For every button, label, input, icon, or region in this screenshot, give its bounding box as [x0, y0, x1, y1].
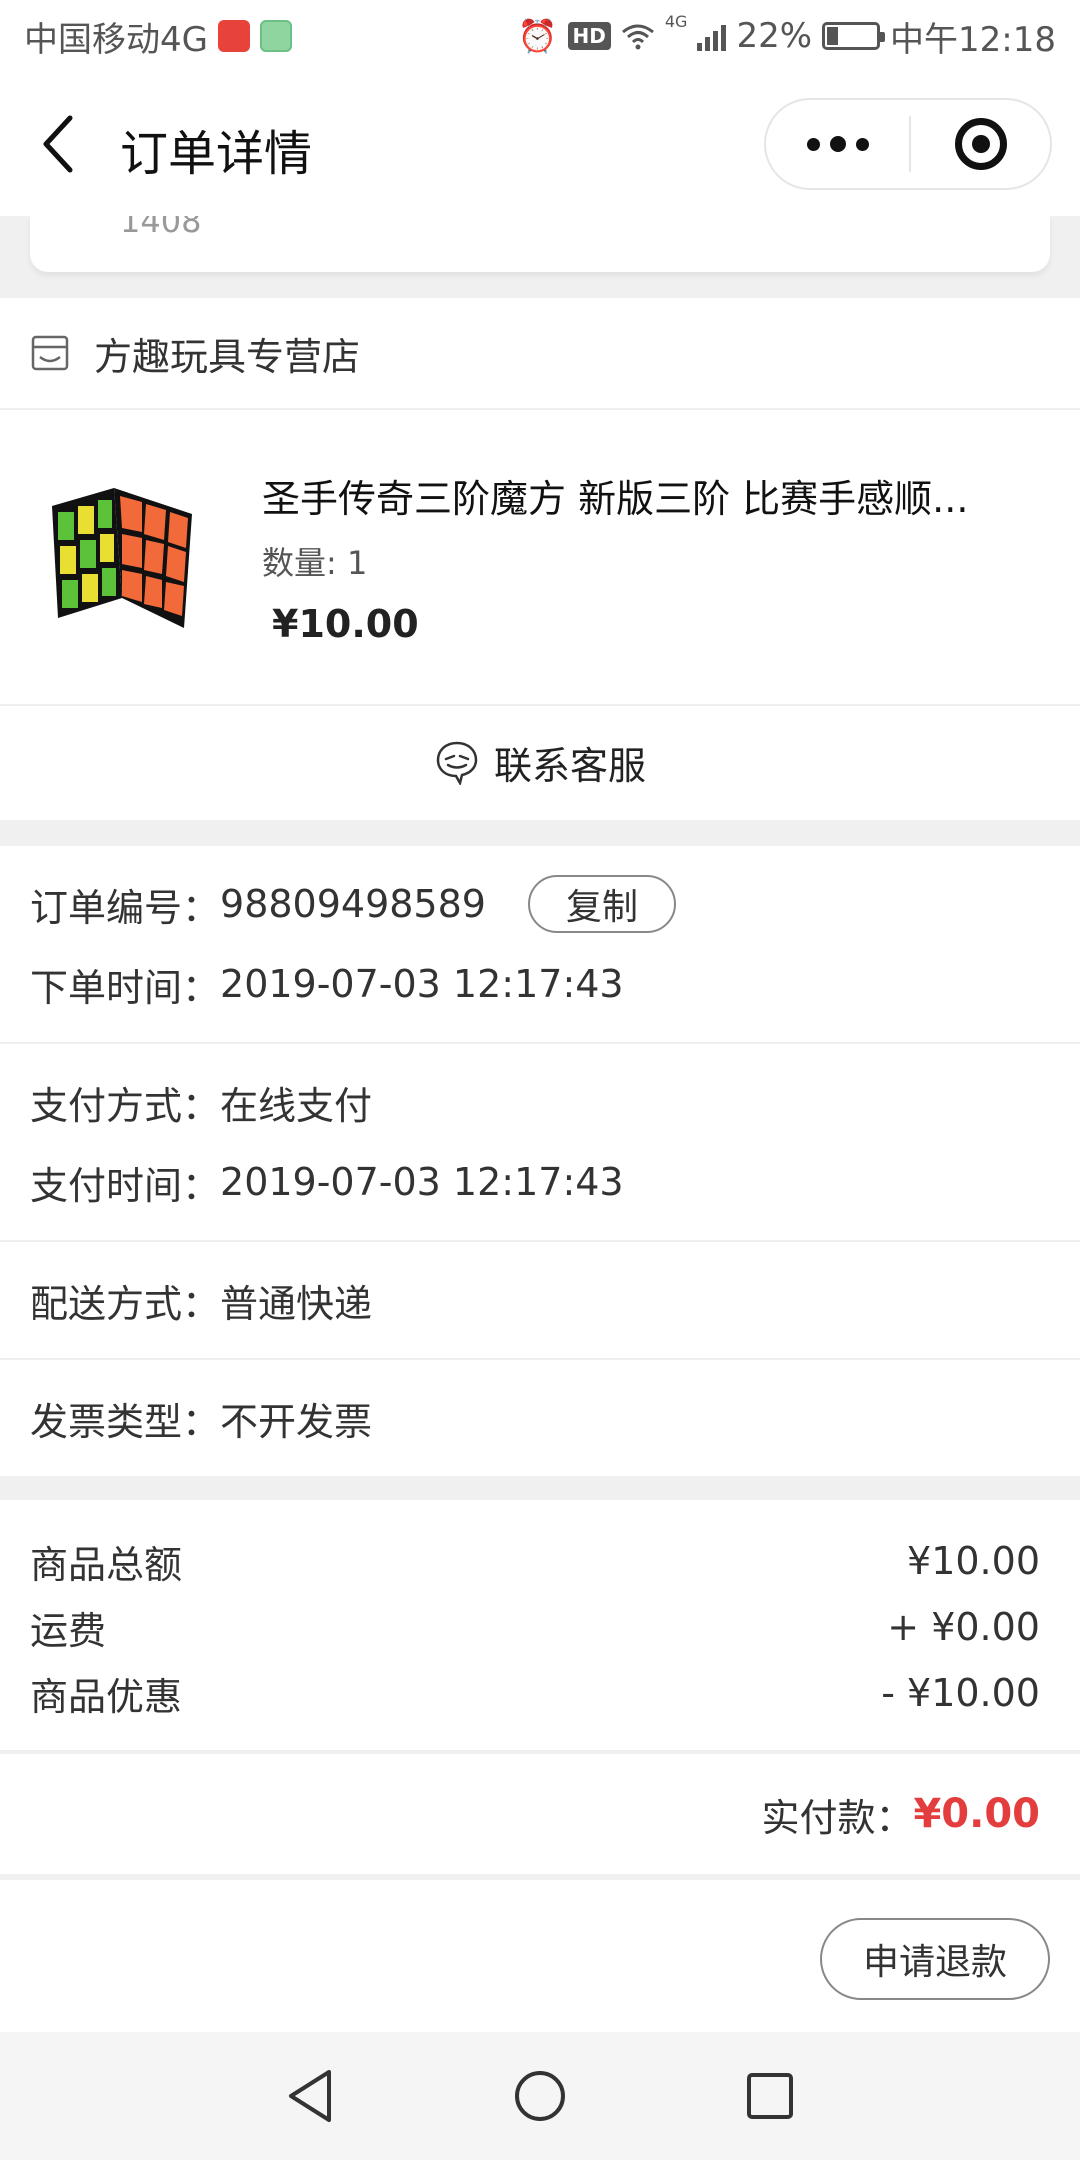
order-number-row: 订单编号： 98809498589 复制 — [30, 864, 1050, 944]
order-time-row: 下单时间： 2019-07-03 12:17:43 — [30, 944, 1050, 1024]
goods-total-row: 商品总额 ¥10.00 — [0, 1528, 1080, 1594]
discount-row: 商品优惠 - ¥10.00 — [0, 1660, 1080, 1726]
system-nav-bar — [0, 2032, 1080, 2160]
store-icon — [31, 335, 69, 371]
contact-service-label: 联系客服 — [493, 743, 646, 788]
discount-label: 商品优惠 — [30, 1674, 183, 1719]
payment-method-label: 支付方式： — [30, 1083, 221, 1128]
status-bar: 中国移动4G ⏰ HD 4G 22% 中午12:18 — [0, 0, 1080, 72]
apply-refund-button[interactable]: 申请退款 — [820, 1918, 1050, 2000]
delivery-method-value: 普通快递 — [220, 1281, 373, 1326]
address-partial-text: 1408 — [120, 216, 202, 240]
paid-label: 实付款： — [761, 1795, 914, 1840]
action-bar: 申请退款 — [0, 1880, 1080, 2032]
target-icon — [954, 118, 1007, 170]
invoice-type-label: 发票类型： — [30, 1399, 221, 1444]
order-info-section: 订单编号： 98809498589 复制 下单时间： 2019-07-03 12… — [0, 846, 1080, 1476]
system-back-button[interactable] — [280, 2066, 340, 2126]
product-quantity: 数量: 1 — [262, 544, 368, 582]
goods-total-label: 商品总额 — [30, 1542, 183, 1587]
nav-bar: 订单详情 — [0, 72, 1080, 216]
back-arrow-icon[interactable] — [38, 112, 82, 176]
invoice-group: 发票类型： 不开发票 — [0, 1360, 1080, 1476]
delivery-method-row: 配送方式： 普通快递 — [30, 1260, 1050, 1340]
goods-total-value: ¥10.00 — [907, 1539, 1040, 1583]
copy-order-number-button[interactable]: 复制 — [527, 875, 676, 933]
circle-home-icon — [515, 2071, 565, 2121]
wifi-icon — [621, 24, 654, 50]
payment-group: 支付方式： 在线支付 支付时间： 2019-07-03 12:17:43 — [0, 1044, 1080, 1242]
alarm-icon: ⏰ — [517, 17, 558, 55]
order-time-value: 2019-07-03 12:17:43 — [220, 962, 624, 1006]
capsule-menu — [764, 98, 1052, 190]
carrier-label: 中国移动4G — [24, 19, 208, 60]
shop-section: 方趣玩具专营店 圣手传奇三阶魔方 新版三阶 比赛手感顺... 数量: 1 ¥10… — [0, 298, 1080, 820]
close-miniprogram-button[interactable] — [911, 100, 1050, 188]
more-dot-icon — [829, 136, 846, 152]
product-title: 圣手传奇三阶魔方 新版三阶 比赛手感顺... — [262, 477, 969, 521]
order-number-label: 订单编号： — [30, 885, 221, 930]
square-recents-icon — [747, 2073, 793, 2119]
product-price: ¥10.00 — [272, 602, 419, 646]
rubiks-cube-image — [42, 470, 210, 638]
payment-time-row: 支付时间： 2019-07-03 12:17:43 — [30, 1142, 1050, 1222]
address-card: 1408 — [30, 216, 1050, 272]
product-item[interactable]: 圣手传奇三阶魔方 新版三阶 比赛手感顺... 数量: 1 ¥10.00 — [0, 410, 1080, 706]
delivery-method-label: 配送方式： — [30, 1281, 221, 1326]
payment-method-value: 在线支付 — [220, 1083, 373, 1128]
payment-time-value: 2019-07-03 12:17:43 — [220, 1160, 624, 1204]
qutoutiao-app-icon — [259, 20, 292, 52]
battery-icon — [822, 22, 886, 50]
payment-time-label: 支付时间： — [30, 1163, 221, 1208]
shop-header[interactable]: 方趣玩具专营店 — [0, 298, 1080, 410]
system-home-button[interactable] — [510, 2066, 570, 2126]
price-summary: 商品总额 ¥10.00 运费 + ¥0.00 商品优惠 - ¥10.00 — [0, 1500, 1080, 1752]
shipping-value: + ¥0.00 — [887, 1605, 1040, 1649]
contact-service-button[interactable]: 联系客服 — [0, 706, 1080, 818]
more-dot-icon — [806, 137, 820, 151]
network-type-label: 4G — [664, 11, 688, 31]
triangle-back-icon — [289, 2070, 331, 2122]
discount-value: - ¥10.00 — [881, 1671, 1040, 1715]
battery-percent: 22% — [736, 16, 813, 56]
chat-bubble-icon — [436, 741, 478, 785]
hd-icon: HD — [567, 22, 611, 50]
more-dot-icon — [855, 137, 869, 151]
system-recents-button[interactable] — [740, 2066, 800, 2126]
battery-level-fill — [827, 27, 839, 45]
invoice-type-row: 发票类型： 不开发票 — [30, 1378, 1050, 1458]
paid-total-row: 实付款： ¥0.00 — [0, 1754, 1080, 1874]
more-button[interactable] — [766, 100, 909, 188]
shop-name: 方趣玩具专营店 — [94, 334, 361, 379]
order-number-value: 98809498589 — [220, 882, 486, 926]
payment-method-row: 支付方式： 在线支付 — [30, 1062, 1050, 1142]
page-title: 订单详情 — [120, 126, 313, 182]
order-id-group: 订单编号： 98809498589 复制 下单时间： 2019-07-03 12… — [0, 846, 1080, 1044]
invoice-type-value: 不开发票 — [220, 1399, 373, 1444]
paid-value: ¥0.00 — [913, 1791, 1040, 1837]
order-time-label: 下单时间： — [30, 965, 221, 1010]
toutiao-app-icon — [217, 20, 250, 52]
clock: 中午12:18 — [890, 19, 1056, 60]
delivery-group: 配送方式： 普通快递 — [0, 1242, 1080, 1360]
shipping-row: 运费 + ¥0.00 — [0, 1594, 1080, 1660]
shipping-label: 运费 — [30, 1608, 107, 1653]
signal-icon — [697, 21, 727, 51]
